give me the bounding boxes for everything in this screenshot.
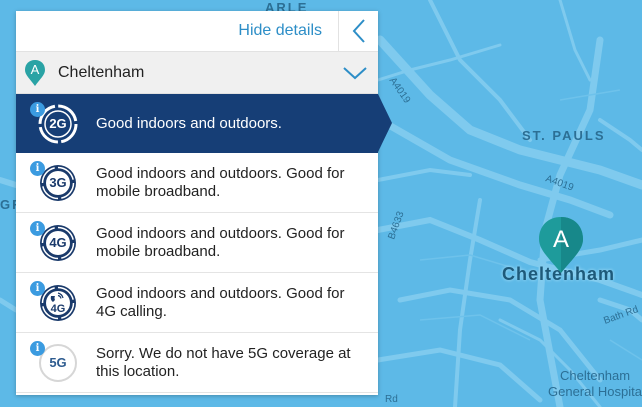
map-hospital-label-line2: General Hospital bbox=[548, 384, 642, 399]
info-icon[interactable]: i bbox=[30, 160, 45, 176]
road-label-rd: Rd bbox=[385, 394, 398, 405]
coverage-row-4g[interactable]: i 4G Good indoors and outdoors. Good for… bbox=[16, 213, 378, 273]
location-name: Cheltenham bbox=[58, 63, 145, 81]
info-icon[interactable]: i bbox=[30, 101, 45, 117]
info-icon[interactable]: i bbox=[30, 340, 45, 356]
coverage-description-4g: Good indoors and outdoors. Good for mobi… bbox=[96, 224, 345, 260]
coverage-badge-4g-calling: i 4G bbox=[16, 273, 96, 333]
coverage-details-panel: Hide details A Cheltenham i 2G Good indo… bbox=[16, 10, 392, 395]
location-pin-letter: A bbox=[30, 61, 40, 77]
map-pin-letter: A bbox=[552, 226, 569, 253]
coverage-description-4g-calling: Good indoors and outdoors. Good for 4G c… bbox=[96, 284, 345, 320]
chevron-down-icon[interactable] bbox=[342, 65, 368, 81]
location-pin: A bbox=[24, 59, 46, 87]
chevron-left-icon bbox=[352, 19, 365, 43]
coverage-row-5g[interactable]: i 5G Sorry. We do not have 5G coverage a… bbox=[16, 333, 378, 393]
coverage-badge-3g: i 3G bbox=[16, 153, 96, 213]
info-icon[interactable]: i bbox=[30, 220, 45, 236]
panel-header: Hide details bbox=[16, 10, 378, 52]
coverage-row-3g[interactable]: i 3G Good indoors and outdoors. Good for… bbox=[16, 153, 378, 213]
location-selector[interactable]: A Cheltenham bbox=[16, 52, 378, 94]
hide-details-link[interactable]: Hide details bbox=[238, 22, 338, 40]
map-area-label-st-pauls: ST. PAULS bbox=[522, 128, 606, 143]
coverage-description-3g: Good indoors and outdoors. Good for mobi… bbox=[96, 164, 345, 200]
coverage-badge-5g: i 5G bbox=[16, 333, 96, 393]
coverage-list: i 2G Good indoors and outdoors. i 3G Goo… bbox=[16, 94, 392, 393]
coverage-row-4g-calling[interactable]: i 4G Good indoors and outdoors. Good for… bbox=[16, 273, 378, 333]
badge-label-4g-calling: 4G bbox=[50, 302, 66, 315]
collapse-panel-button[interactable] bbox=[338, 10, 378, 52]
coverage-description-2g: Good indoors and outdoors. bbox=[96, 114, 282, 132]
coverage-row-2g[interactable]: i 2G Good indoors and outdoors. bbox=[16, 94, 392, 154]
map-location-pin[interactable]: A bbox=[538, 216, 584, 274]
info-icon[interactable]: i bbox=[30, 280, 45, 296]
coverage-badge-2g: i 2G bbox=[16, 94, 96, 154]
coverage-description-5g: Sorry. We do not have 5G coverage at thi… bbox=[96, 344, 351, 380]
map-hospital-label-line1: Cheltenham bbox=[560, 368, 631, 383]
selected-arrow bbox=[378, 94, 392, 152]
coverage-badge-4g: i 4G bbox=[16, 213, 96, 273]
